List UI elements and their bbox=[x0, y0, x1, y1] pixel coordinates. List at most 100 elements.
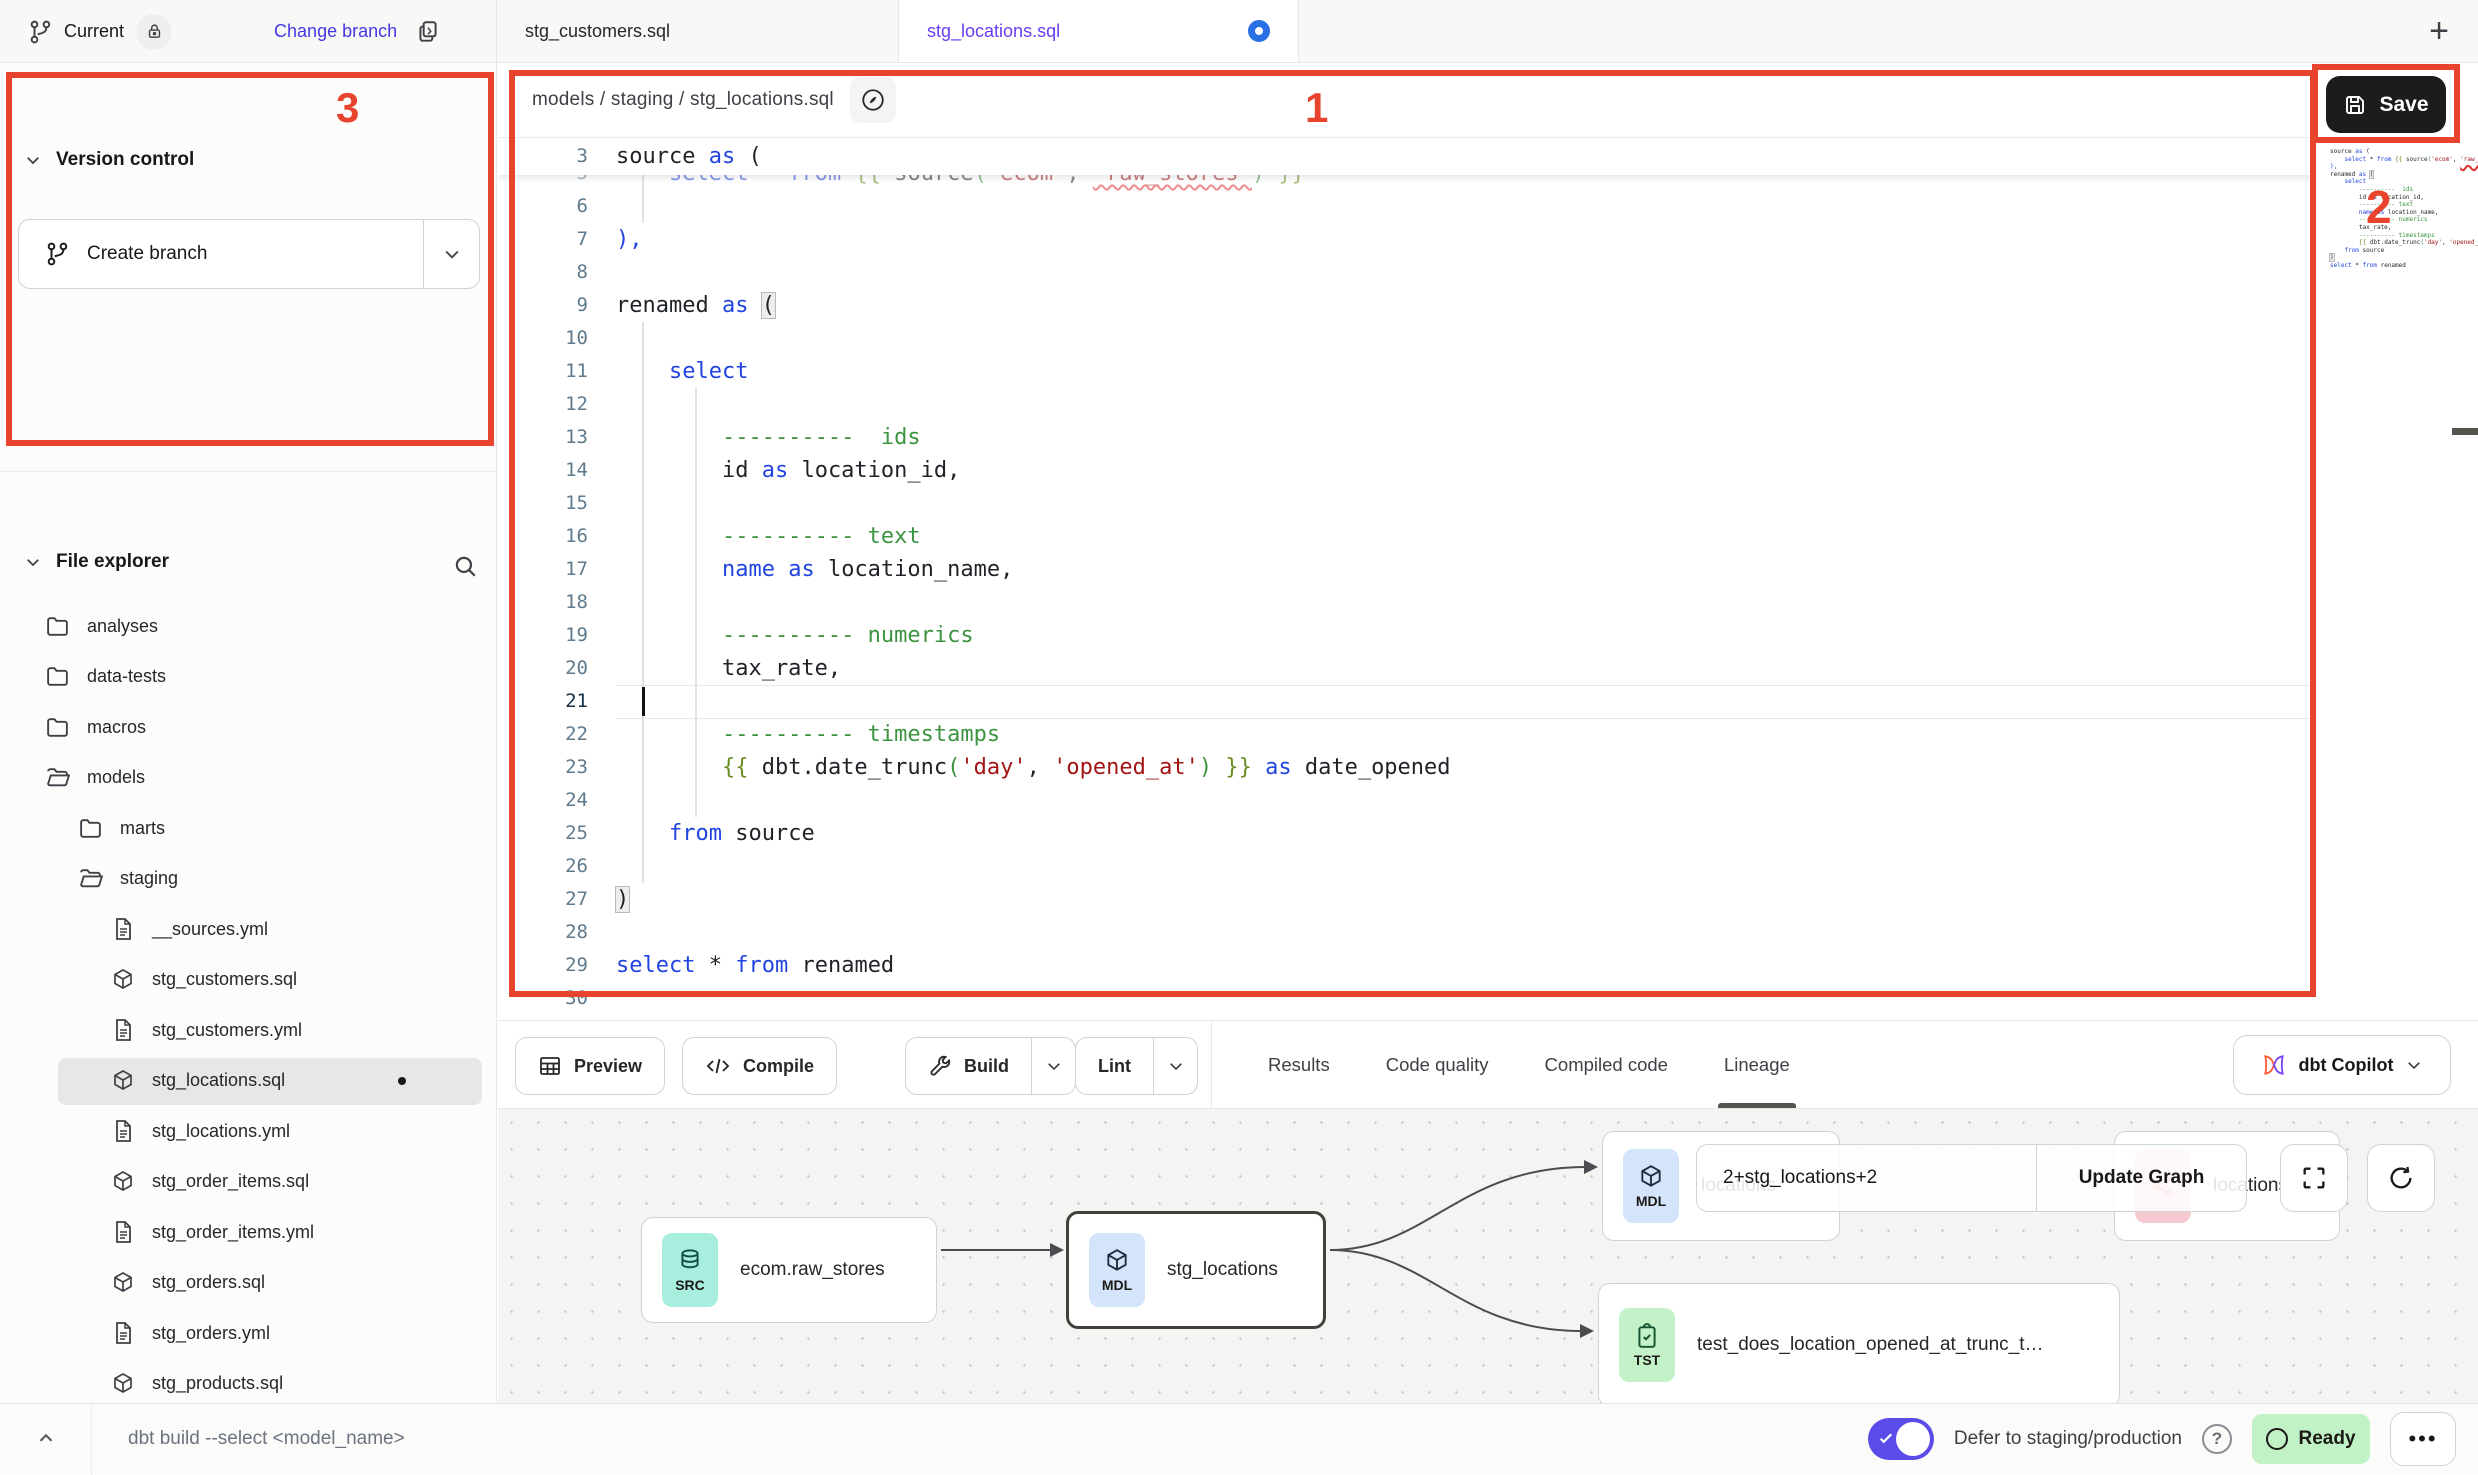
file-icon bbox=[111, 1119, 135, 1143]
model-icon bbox=[111, 1372, 135, 1396]
status-bar-right: Defer to staging/production ? Ready ••• bbox=[1868, 1412, 2456, 1466]
tree-item-marts[interactable]: marts bbox=[0, 803, 497, 853]
code-line-17: 17 name as location_name, bbox=[498, 553, 2315, 586]
code-line-8: 8 bbox=[498, 256, 2315, 289]
tab-compiled-code[interactable]: Compiled code bbox=[1545, 1021, 1668, 1108]
search-icon[interactable] bbox=[452, 553, 478, 579]
tree-item-stg_locations-yml[interactable]: stg_locations.yml bbox=[0, 1106, 497, 1156]
chevron-up-icon bbox=[35, 1428, 57, 1450]
tree-item-staging[interactable]: staging bbox=[0, 854, 497, 904]
fullscreen-button[interactable] bbox=[2280, 1144, 2348, 1212]
lineage-node-test-node[interactable]: TSTtest_does_location_opened_at_trunc_t… bbox=[1598, 1283, 2120, 1403]
copy-icon[interactable] bbox=[415, 19, 441, 45]
lint-dropdown[interactable] bbox=[1153, 1038, 1197, 1094]
code-line-21: 21 bbox=[498, 685, 2315, 718]
create-branch-main[interactable]: Create branch bbox=[19, 220, 423, 288]
lint-button[interactable]: Lint bbox=[1075, 1037, 1198, 1095]
tree-item-stg_products-sql[interactable]: stg_products.sql bbox=[0, 1359, 497, 1409]
tree-item-models[interactable]: models bbox=[0, 753, 497, 803]
tree-item-macros[interactable]: macros bbox=[0, 702, 497, 752]
file-explorer-header[interactable]: File explorer bbox=[24, 551, 169, 573]
command-input[interactable]: dbt build --select <model_name> bbox=[128, 1428, 405, 1450]
code-line-15: 15 bbox=[498, 487, 2315, 520]
compile-main[interactable]: Compile bbox=[683, 1038, 836, 1094]
tree-item-stg_orders-yml[interactable]: stg_orders.yml bbox=[0, 1308, 497, 1358]
refresh-button[interactable] bbox=[2367, 1144, 2435, 1212]
model-icon bbox=[111, 1271, 135, 1295]
tree-item-analyses[interactable]: analyses bbox=[0, 601, 497, 651]
action-toolbar: Preview Compile Build Lint Results Code qual… bbox=[498, 1021, 2478, 1109]
scrollbar-thumb[interactable] bbox=[2452, 428, 2478, 435]
command-expand-button[interactable] bbox=[0, 1404, 92, 1475]
create-branch-button[interactable]: Create branch bbox=[18, 219, 480, 289]
bottom-panel: Preview Compile Build Lint Results Code qual… bbox=[498, 1020, 2478, 1403]
tree-item-stg_locations-sql[interactable]: stg_locations.sql bbox=[0, 1056, 497, 1106]
sidebar-divider bbox=[0, 471, 497, 472]
build-main[interactable]: Build bbox=[906, 1038, 1031, 1094]
lineage-canvas[interactable]: SRCecom.raw_storesMDLstg_locationsMDLloc… bbox=[498, 1109, 2478, 1403]
line-number: 9 bbox=[498, 289, 616, 322]
update-graph-button[interactable]: Update Graph bbox=[2036, 1145, 2246, 1211]
status-circle-icon bbox=[2266, 1428, 2288, 1450]
button-label: Preview bbox=[574, 1056, 642, 1077]
preview-button[interactable]: Preview bbox=[515, 1037, 665, 1095]
cube-icon bbox=[1638, 1164, 1664, 1190]
save-button[interactable]: Save bbox=[2326, 76, 2446, 133]
button-label: Compile bbox=[743, 1056, 814, 1077]
help-icon[interactable]: ? bbox=[2202, 1424, 2232, 1454]
tree-item-__sources-yml[interactable]: __sources.yml bbox=[0, 904, 497, 954]
save-label: Save bbox=[2379, 93, 2428, 117]
compile-button[interactable]: Compile bbox=[682, 1037, 837, 1095]
line-number: 17 bbox=[498, 553, 616, 586]
line-number: 26 bbox=[498, 850, 616, 883]
git-branch-icon bbox=[28, 19, 54, 45]
status-bar: dbt build --select <model_name> Defer to… bbox=[0, 1403, 2478, 1474]
dbt-copilot-button[interactable]: dbt Copilot bbox=[2233, 1035, 2451, 1095]
branch-lock-badge bbox=[136, 14, 172, 50]
version-control-header[interactable]: Version control bbox=[24, 149, 194, 171]
tree-item-data-tests[interactable]: data-tests bbox=[0, 652, 497, 702]
folder-open-icon bbox=[78, 866, 103, 891]
breadcrumb: models / staging / stg_locations.sql bbox=[532, 89, 834, 111]
tab-results[interactable]: Results bbox=[1268, 1021, 1330, 1108]
tree-item-stg_order_items-sql[interactable]: stg_order_items.sql bbox=[0, 1157, 497, 1207]
lineage-selector-input[interactable]: 2+stg_locations+2 bbox=[1697, 1145, 2036, 1211]
preview-main[interactable]: Preview bbox=[516, 1038, 664, 1094]
defer-toggle[interactable] bbox=[1868, 1418, 1934, 1460]
tree-item-label: stg_customers.yml bbox=[152, 1020, 302, 1041]
new-tab-button[interactable]: + bbox=[2420, 12, 2458, 50]
lineage-node-ecom-raw-stores[interactable]: SRCecom.raw_stores bbox=[641, 1217, 937, 1323]
tab-stg_customers-sql[interactable]: stg_customers.sql bbox=[497, 0, 899, 62]
change-branch-link[interactable]: Change branch bbox=[274, 21, 397, 42]
code-line-25: 25 from source bbox=[498, 817, 2315, 850]
tree-item-stg_orders-sql[interactable]: stg_orders.sql bbox=[0, 1258, 497, 1308]
lint-main[interactable]: Lint bbox=[1076, 1038, 1153, 1094]
annotation-number-1: 1 bbox=[1305, 84, 1328, 132]
tab-lineage[interactable]: Lineage bbox=[1724, 1021, 1790, 1108]
minimap-line: {{ dbt.date_trunc('day', 'opened_at') }}… bbox=[2330, 239, 2450, 247]
tab-stg_locations-sql[interactable]: stg_locations.sql bbox=[899, 0, 1299, 62]
tree-item-stg_customers-sql[interactable]: stg_customers.sql bbox=[0, 955, 497, 1005]
line-number: 6 bbox=[498, 190, 616, 223]
tree-item-label: analyses bbox=[87, 616, 158, 637]
tree-item-stg_order_items-yml[interactable]: stg_order_items.yml bbox=[0, 1207, 497, 1257]
more-options-button[interactable]: ••• bbox=[2390, 1412, 2456, 1466]
tree-item-label: __sources.yml bbox=[152, 919, 268, 940]
build-dropdown[interactable] bbox=[1031, 1038, 1075, 1094]
line-number: 13 bbox=[498, 421, 616, 454]
database-icon bbox=[677, 1248, 703, 1274]
defer-label: Defer to staging/production bbox=[1954, 1428, 2182, 1450]
node-label: stg_locations bbox=[1167, 1259, 1278, 1281]
tree-item-stg_customers-yml[interactable]: stg_customers.yml bbox=[0, 1005, 497, 1055]
build-button[interactable]: Build bbox=[905, 1037, 1076, 1095]
tab-code-quality[interactable]: Code quality bbox=[1386, 1021, 1489, 1108]
editor-tabs: stg_customers.sqlstg_locations.sql bbox=[497, 0, 1299, 63]
line-number: 25 bbox=[498, 817, 616, 850]
code-editor[interactable]: 5 select * from {{ source('ecom', 'raw_s… bbox=[498, 140, 2315, 1020]
code-icon bbox=[705, 1054, 731, 1078]
create-branch-dropdown[interactable] bbox=[423, 220, 479, 288]
copilot-icon[interactable] bbox=[850, 77, 896, 123]
lineage-node-stg-locations[interactable]: MDLstg_locations bbox=[1066, 1211, 1326, 1329]
line-number: 8 bbox=[498, 256, 616, 289]
status-badge: Ready bbox=[2252, 1414, 2370, 1464]
